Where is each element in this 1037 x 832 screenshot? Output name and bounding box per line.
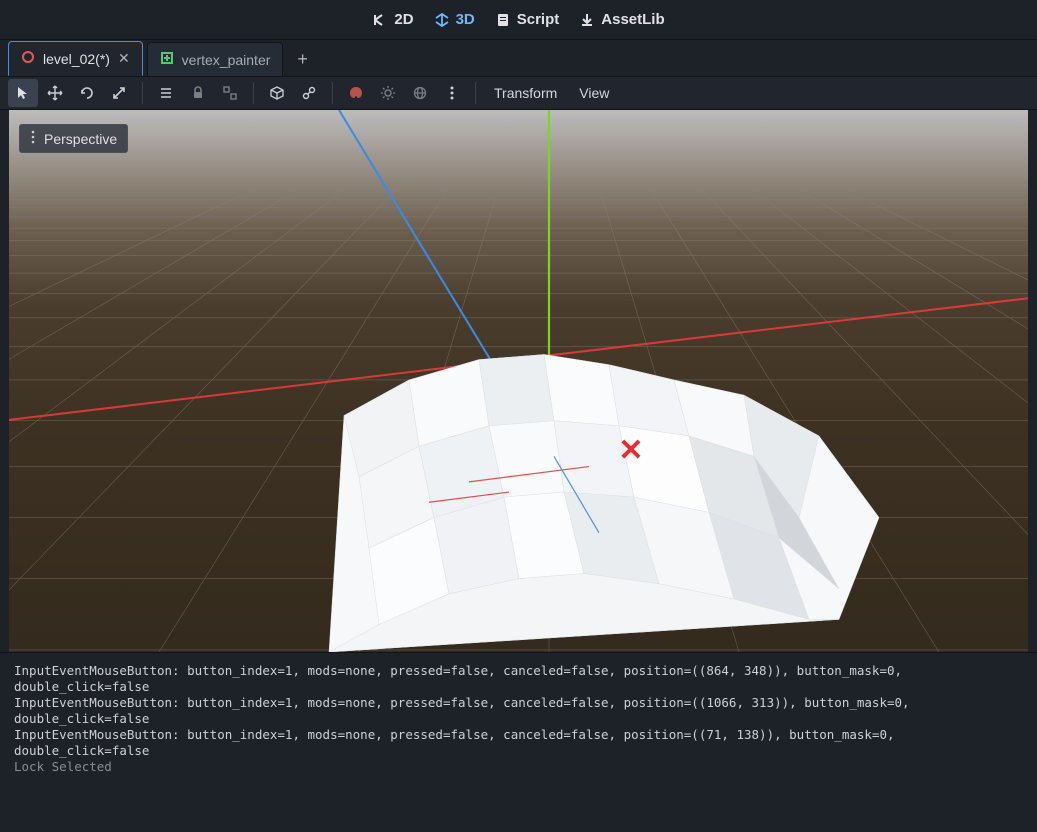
transform-menu[interactable]: Transform bbox=[484, 85, 567, 101]
workspace-script[interactable]: Script bbox=[493, 7, 562, 32]
workspace-script-label: Script bbox=[517, 11, 560, 28]
toolbar-separator bbox=[142, 82, 143, 104]
select-tool[interactable] bbox=[8, 79, 38, 107]
scene-icon bbox=[160, 51, 174, 68]
scene-icon bbox=[21, 50, 35, 67]
viewport-toolbar: Transform View bbox=[0, 76, 1037, 110]
close-icon[interactable]: ✕ bbox=[118, 50, 130, 67]
3d-icon bbox=[434, 12, 450, 28]
list-tool[interactable] bbox=[151, 79, 181, 107]
rotate-tool[interactable] bbox=[72, 79, 102, 107]
output-console[interactable]: InputEventMouseButton: button_index=1, m… bbox=[0, 652, 1037, 832]
perspective-label: Perspective bbox=[44, 131, 117, 147]
script-icon bbox=[495, 12, 511, 28]
scene-tab-label: level_02(*) bbox=[43, 51, 110, 67]
sun-tool[interactable] bbox=[373, 79, 403, 107]
origin-marker-icon: ✕ bbox=[618, 436, 643, 466]
console-line: InputEventMouseButton: button_index=1, m… bbox=[14, 727, 902, 758]
more-menu[interactable] bbox=[437, 79, 467, 107]
cube-tool[interactable] bbox=[262, 79, 292, 107]
add-scene-button[interactable]: + bbox=[287, 43, 318, 76]
paint-tool[interactable] bbox=[341, 79, 371, 107]
download-icon bbox=[579, 12, 595, 28]
perspective-menu[interactable]: Perspective bbox=[19, 124, 128, 153]
scale-tool[interactable] bbox=[104, 79, 134, 107]
workspace-3d[interactable]: 3D bbox=[432, 7, 477, 32]
scene-tab-bar: level_02(*) ✕ vertex_painter + bbox=[0, 40, 1037, 76]
console-line: InputEventMouseButton: button_index=1, m… bbox=[14, 663, 910, 694]
scene-tab-label: vertex_painter bbox=[182, 52, 271, 68]
3d-viewport[interactable]: Perspective ✕ bbox=[9, 110, 1028, 652]
toolbar-separator bbox=[253, 82, 254, 104]
workspace-assetlib[interactable]: AssetLib bbox=[577, 7, 666, 32]
workspace-2d-label: 2D bbox=[394, 11, 413, 28]
console-line: Lock Selected bbox=[14, 759, 112, 774]
link-tool[interactable] bbox=[294, 79, 324, 107]
viewport-container: Perspective ✕ bbox=[0, 110, 1037, 652]
menu-dots-icon bbox=[28, 130, 38, 147]
lock-tool[interactable] bbox=[183, 79, 213, 107]
2d-icon bbox=[372, 12, 388, 28]
view-menu[interactable]: View bbox=[569, 85, 619, 101]
workspace-switcher: 2D 3D Script AssetLib bbox=[0, 0, 1037, 40]
workspace-2d[interactable]: 2D bbox=[370, 7, 415, 32]
group-tool[interactable] bbox=[215, 79, 245, 107]
workspace-assetlib-label: AssetLib bbox=[601, 11, 664, 28]
console-line: InputEventMouseButton: button_index=1, m… bbox=[14, 695, 917, 726]
scene-tab-active[interactable]: level_02(*) ✕ bbox=[8, 41, 143, 76]
scene-render bbox=[9, 110, 1028, 652]
globe-tool[interactable] bbox=[405, 79, 435, 107]
workspace-3d-label: 3D bbox=[456, 11, 475, 28]
scene-tab[interactable]: vertex_painter bbox=[147, 42, 284, 76]
toolbar-separator bbox=[475, 82, 476, 104]
move-tool[interactable] bbox=[40, 79, 70, 107]
toolbar-separator bbox=[332, 82, 333, 104]
